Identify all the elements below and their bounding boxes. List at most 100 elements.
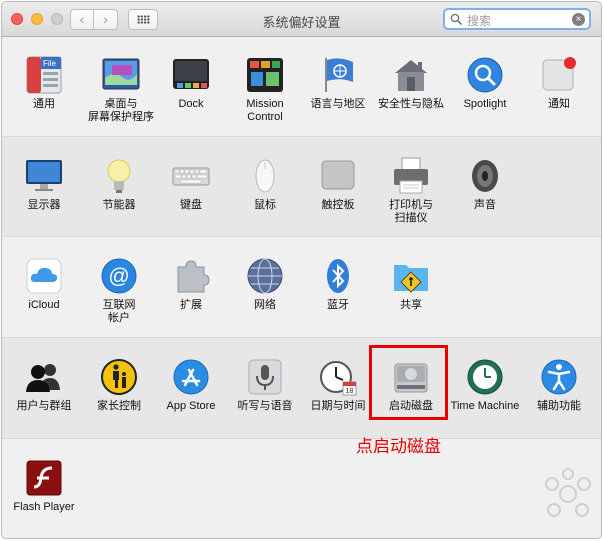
pref-label: 互联网 帐户 [102, 299, 136, 324]
pref-label: 打印机与 扫描仪 [389, 199, 433, 224]
pref-label: 通知 [548, 98, 570, 110]
icloud-icon [25, 257, 63, 295]
pref-parental[interactable]: 家长控制 [80, 358, 158, 413]
section-internet: iCloud @ 互联网 帐户 扩展 网络 蓝牙 共享 [2, 236, 601, 337]
system-preferences-window: ‹ › 系统偏好设置 搜索 × File 通用 桌面与 屏幕保护程序 Dock … [1, 1, 602, 539]
pref-network[interactable]: 网络 [226, 257, 304, 312]
pref-mouse[interactable]: 鼠标 [226, 157, 304, 212]
annotation-text: 点启动磁盘 [356, 437, 441, 457]
keyboard-icon [172, 157, 210, 195]
pref-label: 键盘 [180, 199, 202, 211]
pref-label: 安全性与隐私 [378, 98, 444, 110]
pref-label: 用户与群组 [16, 400, 72, 412]
pref-label: 显示器 [27, 199, 61, 211]
desktop-icon [102, 56, 140, 94]
search-field[interactable]: 搜索 × [443, 8, 591, 30]
pref-sharing[interactable]: 共享 [372, 257, 450, 312]
pref-icloud[interactable]: iCloud [5, 257, 83, 312]
pref-displays[interactable]: 显示器 [5, 157, 83, 212]
pref-label: Time Machine [450, 400, 520, 412]
pref-mission-control[interactable]: Mission Control [226, 56, 304, 124]
clear-search-icon[interactable]: × [572, 13, 585, 26]
pref-keyboard[interactable]: 键盘 [152, 157, 230, 212]
section-other: Flash Player [2, 438, 601, 538]
spotlight-icon [466, 56, 504, 94]
network-icon [246, 257, 284, 295]
mission-control-icon [246, 56, 284, 94]
pref-dock[interactable]: Dock [152, 56, 230, 111]
title-bar: ‹ › 系统偏好设置 搜索 × [2, 2, 601, 37]
pref-general[interactable]: File 通用 [5, 56, 83, 111]
sharing-icon [392, 257, 430, 295]
pref-label: 蓝牙 [327, 299, 349, 311]
highlight-box [369, 345, 448, 420]
pref-trackpad[interactable]: 触控板 [299, 157, 377, 212]
svg-text:File: File [43, 59, 56, 68]
watermark-logo [545, 468, 591, 517]
general-icon: File [25, 56, 63, 94]
pref-label: 听写与语音 [237, 400, 293, 412]
pref-label: 节能器 [102, 199, 136, 211]
pref-label: 语言与地区 [310, 98, 366, 110]
search-placeholder: 搜索 [467, 14, 492, 28]
svg-text:18: 18 [346, 388, 354, 395]
pref-label: 扩展 [180, 299, 202, 311]
pref-time-machine[interactable]: Time Machine [446, 358, 524, 413]
dock-icon [172, 56, 210, 94]
pref-label: Dock [178, 98, 204, 110]
pref-label: 日期与时间 [310, 400, 366, 412]
pref-security[interactable]: 安全性与隐私 [372, 56, 450, 111]
pref-dictation[interactable]: 听写与语音 [226, 358, 304, 413]
pref-extensions[interactable]: 扩展 [152, 257, 230, 312]
notifications-icon [540, 56, 578, 94]
accessibility-icon [540, 358, 578, 396]
users-icon [25, 358, 63, 396]
pref-label: Spotlight [463, 98, 507, 110]
pref-label: Mission Control [246, 98, 284, 123]
svg-text:@: @ [108, 265, 129, 288]
internet-accounts-icon: @ [100, 257, 138, 295]
clock-icon: 18 [319, 358, 357, 396]
section-hardware: 显示器 节能器 键盘 鼠标 触控板 打印机与 扫描仪 声音 [2, 136, 601, 236]
pref-label: 桌面与 屏幕保护程序 [88, 98, 154, 123]
extensions-icon [172, 257, 210, 295]
pref-label: 家长控制 [97, 400, 141, 412]
bluetooth-icon [319, 257, 357, 295]
mouse-icon [246, 157, 284, 195]
pref-internet-accounts[interactable]: @ 互联网 帐户 [80, 257, 158, 325]
pref-label: 触控板 [321, 199, 355, 211]
pref-datetime[interactable]: 18 日期与时间 [299, 358, 377, 413]
pref-label: 共享 [400, 299, 422, 311]
pref-sound[interactable]: 声音 [446, 157, 524, 212]
pref-label: iCloud [28, 299, 60, 311]
speaker-icon [466, 157, 504, 195]
app-store-icon [172, 358, 210, 396]
pref-accessibility[interactable]: 辅助功能 [520, 358, 598, 413]
pref-label: App Store [166, 400, 216, 412]
pref-flash[interactable]: Flash Player [5, 459, 83, 514]
pref-label: 辅助功能 [537, 400, 581, 412]
printer-icon [392, 157, 430, 195]
section-system: 用户与群组 家长控制 App Store 听写与语音 18 日期与时间 启动磁盘… [2, 337, 601, 438]
pref-label: 网络 [254, 299, 276, 311]
language-icon [319, 56, 357, 94]
pref-printers[interactable]: 打印机与 扫描仪 [372, 157, 450, 225]
trackpad-icon [319, 157, 357, 195]
pref-label: Flash Player [13, 501, 75, 513]
pref-label: 声音 [474, 199, 496, 211]
microphone-icon [246, 358, 284, 396]
pref-language[interactable]: 语言与地区 [299, 56, 377, 111]
section-personal: File 通用 桌面与 屏幕保护程序 Dock Mission Control [2, 37, 601, 136]
pref-energy[interactable]: 节能器 [80, 157, 158, 212]
display-icon [25, 157, 63, 195]
search-icon [450, 13, 462, 25]
pref-users[interactable]: 用户与群组 [5, 358, 83, 413]
pref-spotlight[interactable]: Spotlight [446, 56, 524, 111]
pref-notifications[interactable]: 通知 [520, 56, 598, 111]
flash-player-icon [25, 459, 63, 497]
pref-appstore[interactable]: App Store [152, 358, 230, 413]
pref-desktop[interactable]: 桌面与 屏幕保护程序 [82, 56, 160, 124]
pref-bluetooth[interactable]: 蓝牙 [299, 257, 377, 312]
pref-label: 通用 [33, 98, 55, 110]
parental-controls-icon [100, 358, 138, 396]
